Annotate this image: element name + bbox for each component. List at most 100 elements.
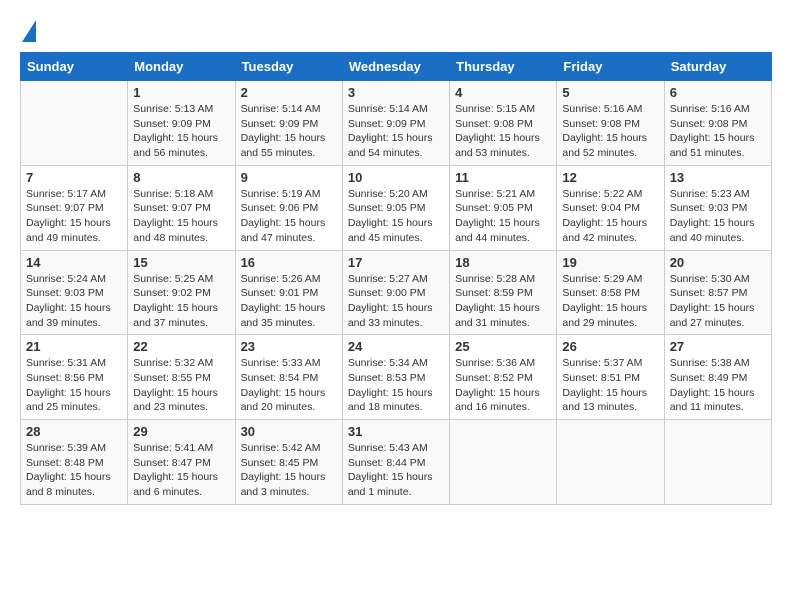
cell-line: and 56 minutes. — [133, 146, 229, 161]
cell-line: Daylight: 15 hours — [562, 386, 658, 401]
day-number: 6 — [670, 85, 766, 100]
cell-line: Sunset: 9:03 PM — [26, 286, 122, 301]
cell-line: Sunset: 8:49 PM — [670, 371, 766, 386]
cell-line: Sunrise: 5:43 AM — [348, 441, 444, 456]
cell-line: Sunrise: 5:29 AM — [562, 272, 658, 287]
cell-line: Sunrise: 5:26 AM — [241, 272, 337, 287]
calendar-cell: 1Sunrise: 5:13 AMSunset: 9:09 PMDaylight… — [128, 81, 235, 166]
calendar-cell: 19Sunrise: 5:29 AMSunset: 8:58 PMDayligh… — [557, 250, 664, 335]
cell-line: and 1 minute. — [348, 485, 444, 500]
cell-line: Daylight: 15 hours — [26, 301, 122, 316]
cell-line: Daylight: 15 hours — [455, 301, 551, 316]
cell-line: Sunrise: 5:41 AM — [133, 441, 229, 456]
cell-line: Sunrise: 5:39 AM — [26, 441, 122, 456]
day-number: 2 — [241, 85, 337, 100]
cell-line: and 51 minutes. — [670, 146, 766, 161]
cell-line: Daylight: 15 hours — [133, 470, 229, 485]
cell-line: Sunrise: 5:31 AM — [26, 356, 122, 371]
day-number: 16 — [241, 255, 337, 270]
cell-line: Sunset: 8:52 PM — [455, 371, 551, 386]
cell-line: Daylight: 15 hours — [670, 131, 766, 146]
cell-line: Daylight: 15 hours — [348, 470, 444, 485]
cell-line: Sunrise: 5:21 AM — [455, 187, 551, 202]
cell-line: Daylight: 15 hours — [348, 216, 444, 231]
calendar-week-row: 7Sunrise: 5:17 AMSunset: 9:07 PMDaylight… — [21, 165, 772, 250]
cell-line: Sunset: 9:03 PM — [670, 201, 766, 216]
cell-line: Sunrise: 5:17 AM — [26, 187, 122, 202]
calendar-cell: 23Sunrise: 5:33 AMSunset: 8:54 PMDayligh… — [235, 335, 342, 420]
cell-line: Sunrise: 5:18 AM — [133, 187, 229, 202]
cell-line: Daylight: 15 hours — [133, 131, 229, 146]
cell-line: and 29 minutes. — [562, 316, 658, 331]
cell-line: Daylight: 15 hours — [670, 216, 766, 231]
cell-line: and 27 minutes. — [670, 316, 766, 331]
cell-line: and 31 minutes. — [455, 316, 551, 331]
cell-line: Daylight: 15 hours — [670, 386, 766, 401]
day-number: 30 — [241, 424, 337, 439]
calendar-cell: 2Sunrise: 5:14 AMSunset: 9:09 PMDaylight… — [235, 81, 342, 166]
cell-line: Sunrise: 5:42 AM — [241, 441, 337, 456]
weekday-header-sunday: Sunday — [21, 53, 128, 81]
cell-line: and 25 minutes. — [26, 400, 122, 415]
day-number: 28 — [26, 424, 122, 439]
calendar-week-row: 1Sunrise: 5:13 AMSunset: 9:09 PMDaylight… — [21, 81, 772, 166]
cell-line: Daylight: 15 hours — [455, 131, 551, 146]
cell-line: and 13 minutes. — [562, 400, 658, 415]
day-number: 1 — [133, 85, 229, 100]
calendar-cell: 14Sunrise: 5:24 AMSunset: 9:03 PMDayligh… — [21, 250, 128, 335]
cell-line: Sunset: 8:56 PM — [26, 371, 122, 386]
cell-line: Sunrise: 5:27 AM — [348, 272, 444, 287]
cell-line: Sunset: 9:07 PM — [26, 201, 122, 216]
cell-line: Sunset: 8:48 PM — [26, 456, 122, 471]
day-number: 12 — [562, 170, 658, 185]
cell-line: Sunset: 9:08 PM — [670, 117, 766, 132]
day-number: 19 — [562, 255, 658, 270]
cell-line: Sunset: 9:04 PM — [562, 201, 658, 216]
cell-line: and 49 minutes. — [26, 231, 122, 246]
day-number: 13 — [670, 170, 766, 185]
cell-line: and 40 minutes. — [670, 231, 766, 246]
cell-line: Daylight: 15 hours — [348, 386, 444, 401]
cell-line: and 47 minutes. — [241, 231, 337, 246]
day-number: 27 — [670, 339, 766, 354]
calendar-table: SundayMondayTuesdayWednesdayThursdayFrid… — [20, 52, 772, 505]
cell-line: Sunset: 8:44 PM — [348, 456, 444, 471]
cell-line: Daylight: 15 hours — [241, 301, 337, 316]
calendar-cell: 20Sunrise: 5:30 AMSunset: 8:57 PMDayligh… — [664, 250, 771, 335]
day-number: 3 — [348, 85, 444, 100]
calendar-cell: 4Sunrise: 5:15 AMSunset: 9:08 PMDaylight… — [450, 81, 557, 166]
calendar-cell — [21, 81, 128, 166]
cell-line: Sunrise: 5:14 AM — [241, 102, 337, 117]
cell-line: Daylight: 15 hours — [562, 301, 658, 316]
cell-line: and 11 minutes. — [670, 400, 766, 415]
cell-line: and 54 minutes. — [348, 146, 444, 161]
cell-line: Sunset: 9:00 PM — [348, 286, 444, 301]
cell-line: Sunset: 9:01 PM — [241, 286, 337, 301]
calendar-cell: 12Sunrise: 5:22 AMSunset: 9:04 PMDayligh… — [557, 165, 664, 250]
cell-line: Sunset: 8:57 PM — [670, 286, 766, 301]
cell-line: and 44 minutes. — [455, 231, 551, 246]
cell-line: Daylight: 15 hours — [348, 301, 444, 316]
calendar-cell: 25Sunrise: 5:36 AMSunset: 8:52 PMDayligh… — [450, 335, 557, 420]
logo-icon — [22, 20, 36, 42]
cell-line: and 39 minutes. — [26, 316, 122, 331]
cell-line: and 6 minutes. — [133, 485, 229, 500]
cell-line: and 53 minutes. — [455, 146, 551, 161]
cell-line: and 55 minutes. — [241, 146, 337, 161]
day-number: 17 — [348, 255, 444, 270]
cell-line: Sunrise: 5:25 AM — [133, 272, 229, 287]
calendar-week-row: 21Sunrise: 5:31 AMSunset: 8:56 PMDayligh… — [21, 335, 772, 420]
weekday-header-tuesday: Tuesday — [235, 53, 342, 81]
calendar-cell: 31Sunrise: 5:43 AMSunset: 8:44 PMDayligh… — [342, 420, 449, 505]
weekday-header-thursday: Thursday — [450, 53, 557, 81]
cell-line: Sunset: 8:55 PM — [133, 371, 229, 386]
cell-line: Sunset: 8:51 PM — [562, 371, 658, 386]
cell-line: Sunrise: 5:16 AM — [670, 102, 766, 117]
cell-line: Daylight: 15 hours — [241, 386, 337, 401]
cell-line: Sunrise: 5:19 AM — [241, 187, 337, 202]
cell-line: Sunset: 9:07 PM — [133, 201, 229, 216]
cell-line: Sunrise: 5:14 AM — [348, 102, 444, 117]
cell-line: Sunset: 9:02 PM — [133, 286, 229, 301]
day-number: 24 — [348, 339, 444, 354]
cell-line: Sunset: 8:54 PM — [241, 371, 337, 386]
